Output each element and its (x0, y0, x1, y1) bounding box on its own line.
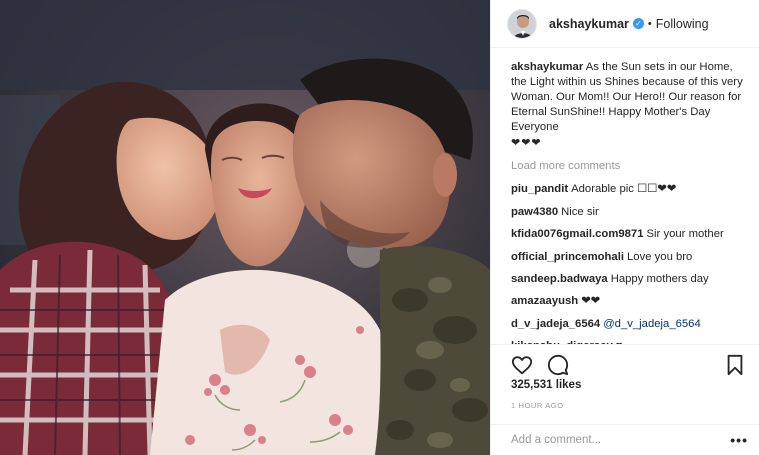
comment-item: piu_pandit Adorable pic ☐☐❤❤ (511, 182, 744, 197)
add-comment-input[interactable] (511, 434, 731, 446)
avatar[interactable] (507, 8, 537, 39)
bookmark-icon (727, 354, 743, 376)
save-button[interactable] (722, 352, 748, 378)
post-caption: akshaykumar As the Sun sets in our Home,… (511, 60, 744, 151)
comment-text: Nice sir (561, 205, 599, 218)
comment-item: official_princemohali Love you bro (511, 250, 744, 265)
comment-username[interactable]: d_v_jadeja_6564 (511, 318, 600, 330)
post-photo[interactable] (0, 0, 490, 455)
post-header: akshaykumar ✓ • Following (491, 0, 759, 48)
comment-item: paw4380 Nice sir (511, 205, 744, 220)
likes-count[interactable]: 325,531 likes (511, 379, 581, 391)
comment-username[interactable]: amazaayush (511, 295, 578, 307)
verified-check-icon: ✓ (632, 18, 644, 29)
add-comment-bar: ••• (491, 424, 759, 455)
heart-outline-icon (511, 356, 533, 375)
caption-username[interactable]: akshaykumar (511, 61, 583, 73)
post-actions-bar (491, 344, 759, 378)
comment-mention-link[interactable]: @d_v_jadeja_6564 (603, 318, 701, 330)
comment-text: Sir your mother (646, 228, 724, 241)
comment-text: Happy mothers day (610, 272, 709, 285)
more-options-icon[interactable]: ••• (730, 433, 748, 447)
comment-text: ❤❤ (581, 295, 601, 308)
post-side-panel: akshaykumar ✓ • Following akshaykumar As… (490, 0, 759, 455)
comment-button[interactable] (545, 352, 571, 378)
load-more-comments-link[interactable]: Load more comments (511, 160, 744, 175)
comment-item: d_v_jadeja_6564 @d_v_jadeja_6564 (511, 317, 744, 332)
avatar-image (508, 9, 536, 38)
comment-username[interactable]: kfida0076gmail.com9871 (511, 228, 644, 240)
header-username[interactable]: akshaykumar (549, 17, 629, 31)
comments-list[interactable]: akshaykumar As the Sun sets in our Home,… (491, 60, 759, 344)
comment-username[interactable]: official_princemohali (511, 251, 624, 263)
following-button[interactable]: Following (656, 17, 709, 31)
comment-bubble-icon (547, 354, 569, 376)
comment-username[interactable]: sandeep.badwaya (511, 273, 608, 285)
comment-item: sandeep.badwaya Happy mothers day (511, 272, 744, 287)
post-photo-illustration (0, 0, 490, 455)
comment-username[interactable]: piu_pandit (511, 183, 568, 195)
like-button[interactable] (509, 352, 535, 378)
post-timestamp[interactable]: 1 HOUR AGO (511, 401, 564, 410)
comment-text: Adorable pic ☐☐❤❤ (571, 183, 677, 196)
comment-item: amazaayush ❤❤ (511, 294, 744, 309)
comment-text: Love you bro (627, 250, 693, 263)
comment-item: kfida0076gmail.com9871 Sir your mother (511, 227, 744, 242)
comment-username[interactable]: paw4380 (511, 206, 558, 218)
caption-hearts: ❤❤❤ (511, 137, 542, 149)
header-separator: • (647, 17, 652, 30)
